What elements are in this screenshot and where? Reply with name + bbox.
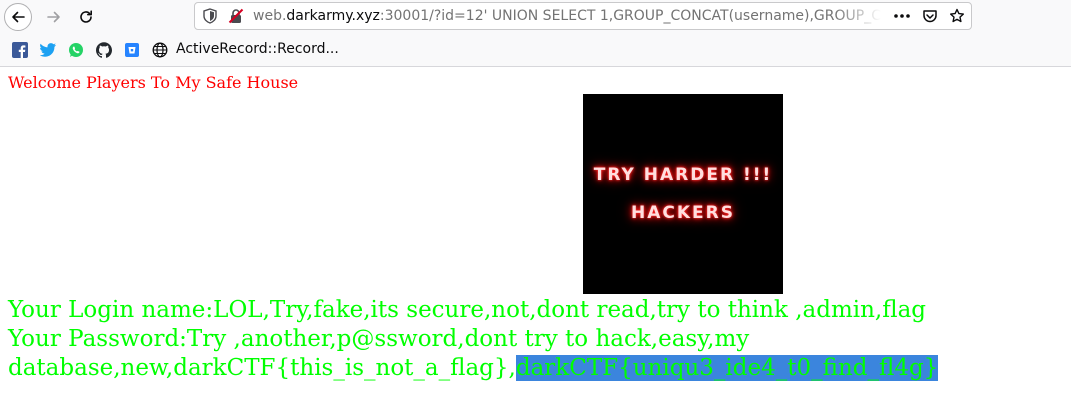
whatsapp-icon[interactable] bbox=[68, 42, 84, 58]
insecure-lock-icon[interactable] bbox=[227, 7, 245, 25]
password-values: database,new,darkCTF{this_is_not_a_flag}… bbox=[8, 355, 516, 381]
selected-flag-text[interactable]: darkCTF{uniqu3_ide4_t0_find_fl4g} bbox=[515, 355, 939, 381]
try-harder-poster-image: TRY HARDER !!! HACKERS bbox=[583, 94, 783, 294]
url-fade bbox=[835, 4, 881, 28]
query-result: Your Login name:LOL,Try,fake,its secure,… bbox=[8, 296, 1008, 383]
login-name-line: Your Login name:LOL,Try,fake,its secure,… bbox=[8, 297, 927, 323]
welcome-text: Welcome Players To My Safe House bbox=[8, 73, 299, 92]
reload-icon bbox=[80, 10, 92, 23]
password-line-2: database,new,darkCTF{this_is_not_a_flag}… bbox=[8, 354, 1008, 383]
url-prefix: web. bbox=[253, 8, 287, 24]
poster-text-line1: TRY HARDER !!! bbox=[593, 165, 773, 185]
reload-button[interactable] bbox=[72, 3, 100, 31]
back-button[interactable] bbox=[4, 3, 32, 31]
address-bar[interactable]: web.darkarmy.xyz:30001/?id=12' UNION SEL… bbox=[194, 2, 972, 30]
browser-toolbar: web.darkarmy.xyz:30001/?id=12' UNION SEL… bbox=[0, 0, 1071, 34]
pocket-icon[interactable] bbox=[921, 7, 939, 25]
page-actions-icon[interactable] bbox=[893, 7, 911, 25]
globe-icon[interactable] bbox=[152, 42, 168, 58]
twitter-icon[interactable] bbox=[40, 42, 56, 58]
bookmarks-toolbar: ActiveRecord::Record... bbox=[0, 34, 1071, 67]
arrow-left-icon bbox=[12, 11, 25, 23]
bitbucket-icon[interactable] bbox=[124, 42, 140, 58]
forward-button[interactable] bbox=[40, 3, 68, 31]
password-line-1: Your Password:Try ,another,p@ssword,dont… bbox=[8, 326, 750, 352]
url-text[interactable]: web.darkarmy.xyz:30001/?id=12' UNION SEL… bbox=[253, 3, 881, 29]
poster-text-line2: HACKERS bbox=[631, 203, 735, 223]
url-path: :30001/?id=12' UNION SELECT 1,GROUP_CONC… bbox=[379, 8, 881, 24]
arrow-right-icon bbox=[47, 11, 60, 23]
facebook-icon[interactable] bbox=[12, 42, 28, 58]
shield-icon[interactable] bbox=[201, 7, 219, 25]
bookmark-activerecord[interactable]: ActiveRecord::Record... bbox=[176, 41, 339, 57]
url-host: darkarmy.xyz bbox=[286, 8, 380, 24]
github-icon[interactable] bbox=[96, 42, 112, 58]
bookmark-star-icon[interactable] bbox=[948, 7, 966, 25]
